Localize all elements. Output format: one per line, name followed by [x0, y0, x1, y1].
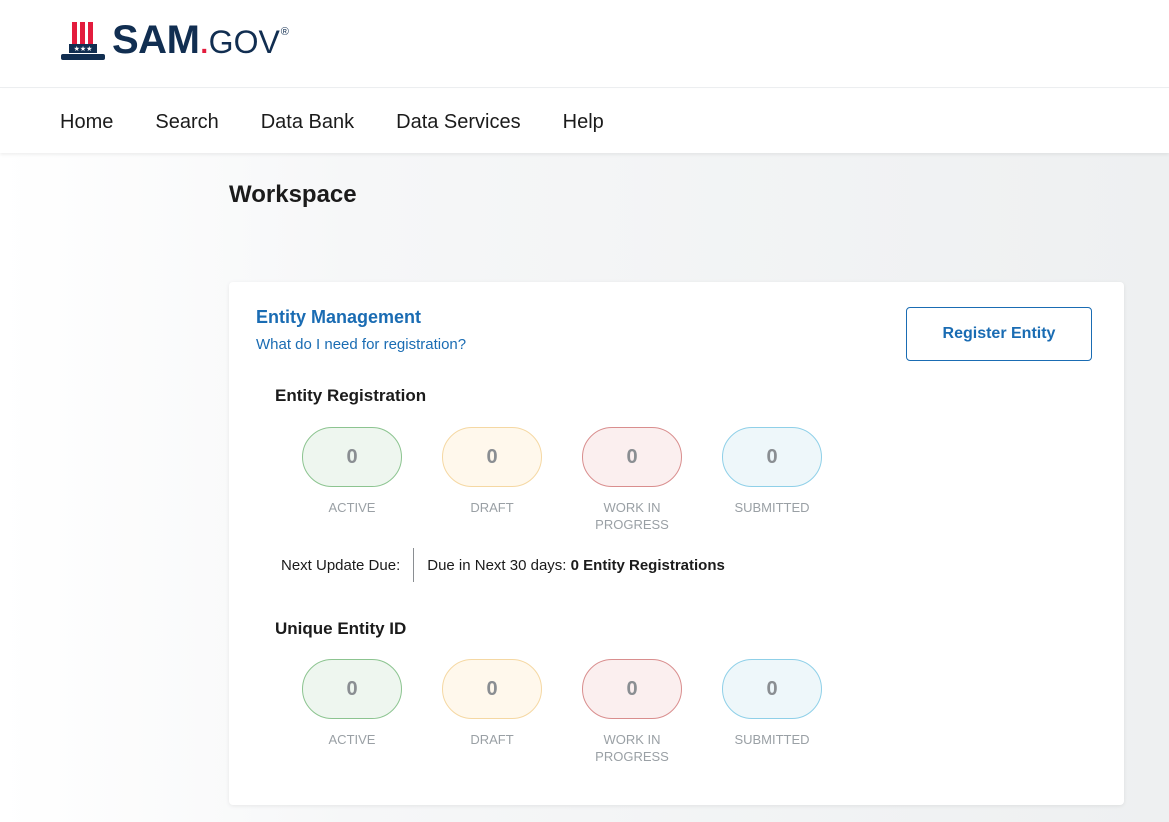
stat-draft: 0 DRAFT — [442, 427, 582, 533]
nav-item-home[interactable]: Home — [60, 111, 113, 134]
sam-gov-logo[interactable]: ★★★ SAM. GOV ® — [60, 8, 289, 68]
registered-mark: ® — [280, 26, 289, 38]
entity-registration-title: Entity Registration — [275, 386, 427, 405]
svg-text:★★★: ★★★ — [74, 45, 93, 53]
logo-sam-text: SAM — [112, 18, 200, 62]
uei-active-count-pill[interactable]: 0 — [302, 659, 402, 719]
uei-work-in-progress-label: WORK IN PROGRESS — [595, 732, 669, 764]
logo-wordmark: SAM. GOV ® — [112, 18, 289, 62]
logo-dot: . — [200, 28, 208, 59]
main-nav: Home Search Data Bank Data Services Help — [0, 89, 1169, 153]
page-title: Workspace — [229, 181, 357, 208]
active-label: ACTIVE — [328, 500, 376, 515]
submitted-label: SUBMITTED — [734, 500, 810, 515]
logo-gov-text: GOV — [208, 24, 280, 60]
uncle-sam-hat-icon: ★★★ — [61, 22, 105, 60]
nav-item-data-bank[interactable]: Data Bank — [261, 111, 354, 134]
register-entity-button[interactable]: Register Entity — [906, 307, 1092, 361]
entity-management-card: Entity Management What do I need for reg… — [229, 282, 1124, 805]
work-in-progress-count-pill[interactable]: 0 — [582, 427, 682, 487]
stat-submitted: 0 SUBMITTED — [722, 427, 862, 533]
uei-stat-active: 0 ACTIVE — [302, 659, 442, 765]
draft-label: DRAFT — [470, 500, 514, 515]
uei-draft-label: DRAFT — [470, 732, 514, 747]
next-update-row: Next Update Due: Due in Next 30 days: 0 … — [281, 548, 725, 582]
uei-submitted-count-pill[interactable]: 0 — [722, 659, 822, 719]
draft-count-pill[interactable]: 0 — [442, 427, 542, 487]
work-in-progress-label: WORK IN PROGRESS — [595, 500, 669, 532]
registration-help-link[interactable]: What do I need for registration? — [256, 336, 466, 353]
uei-stat-draft: 0 DRAFT — [442, 659, 582, 765]
main-content: Workspace Entity Management What do I ne… — [0, 153, 1169, 822]
nav-item-data-services[interactable]: Data Services — [396, 111, 521, 134]
site-header: ★★★ SAM. GOV ® — [0, 0, 1169, 88]
active-count-pill[interactable]: 0 — [302, 427, 402, 487]
due-summary: Due in Next 30 days: 0 Entity Registrati… — [427, 557, 725, 574]
card-title: Entity Management — [256, 307, 422, 327]
unique-entity-id-stats: 0 ACTIVE 0 DRAFT 0 WORK IN PROGRESS 0 SU… — [302, 659, 862, 765]
uei-submitted-label: SUBMITTED — [734, 732, 810, 747]
submitted-count-pill[interactable]: 0 — [722, 427, 822, 487]
uei-active-label: ACTIVE — [328, 732, 376, 747]
entity-registration-stats: 0 ACTIVE 0 DRAFT 0 WORK IN PROGRESS 0 SU… — [302, 427, 862, 533]
next-update-label: Next Update Due: — [281, 556, 401, 574]
due-count: 0 Entity Registrations — [570, 556, 725, 574]
stat-active: 0 ACTIVE — [302, 427, 442, 533]
uei-stat-submitted: 0 SUBMITTED — [722, 659, 862, 765]
vertical-divider — [413, 548, 415, 582]
uei-stat-work-in-progress: 0 WORK IN PROGRESS — [582, 659, 722, 765]
nav-item-search[interactable]: Search — [155, 111, 218, 134]
unique-entity-id-title: Unique Entity ID — [275, 619, 407, 638]
uei-work-in-progress-count-pill[interactable]: 0 — [582, 659, 682, 719]
stat-work-in-progress: 0 WORK IN PROGRESS — [582, 427, 722, 533]
uei-draft-count-pill[interactable]: 0 — [442, 659, 542, 719]
due-prefix: Due in Next 30 days: — [427, 556, 571, 574]
nav-item-help[interactable]: Help — [563, 111, 604, 134]
